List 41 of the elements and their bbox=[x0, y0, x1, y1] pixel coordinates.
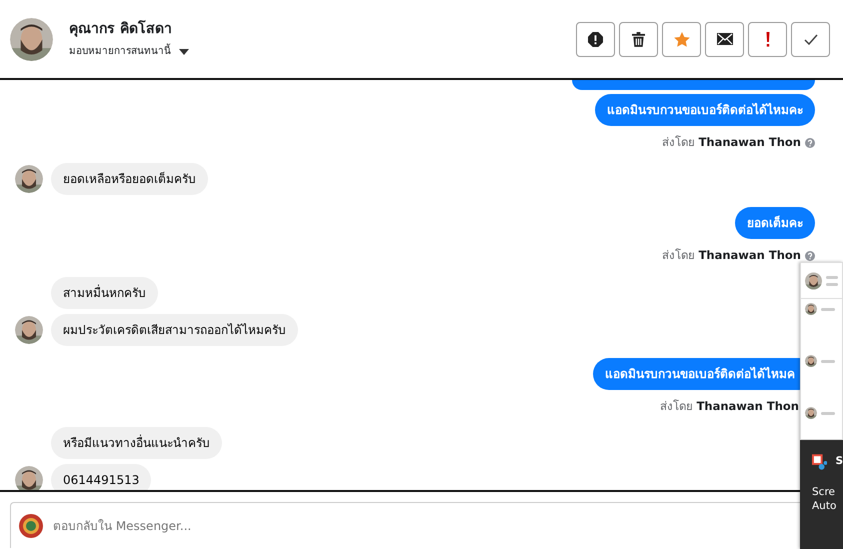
reply-field[interactable]: ตอบกลับใน Messenger... bbox=[51, 516, 451, 536]
avatar bbox=[805, 407, 817, 419]
avatar bbox=[15, 466, 43, 490]
help-icon[interactable] bbox=[805, 250, 815, 261]
avatar bbox=[15, 316, 43, 344]
avatar bbox=[805, 355, 817, 367]
message-bubble: ผมประวัตเครดิตเสียสามารถออกได้ไหมครับ bbox=[51, 314, 298, 346]
mark-unread-button[interactable] bbox=[705, 22, 744, 56]
report-button[interactable] bbox=[576, 22, 615, 56]
sent-by-text: ส่งโดย Thanawan Thon bbox=[662, 134, 801, 151]
trash-icon bbox=[632, 32, 645, 46]
message-bubble: แอดมินรบกวนขอเบอร์ติดต่อได้ไหมคะ bbox=[595, 94, 815, 126]
page-logo-icon bbox=[19, 514, 43, 538]
assign-link[interactable]: มอบหมายการสนทนานี้ bbox=[69, 44, 171, 59]
spam-button[interactable] bbox=[748, 22, 787, 56]
contact-name: คุณากร คิดโสดา bbox=[69, 19, 173, 39]
message-bubble: ยอดเหลือหรือยอดเต็มครับ bbox=[51, 163, 208, 196]
star-icon bbox=[674, 32, 690, 46]
avatar bbox=[15, 165, 43, 194]
snipping-tool-icon bbox=[812, 454, 828, 470]
avatar bbox=[10, 18, 53, 60]
check-icon bbox=[804, 34, 818, 44]
toast-title: S bbox=[835, 454, 843, 470]
avatar bbox=[805, 303, 817, 315]
message-bubble: ยอดเต็มคะ bbox=[735, 207, 815, 240]
alert-icon bbox=[588, 32, 603, 46]
avatar bbox=[805, 270, 822, 290]
message-bubble: สามหมื่นหกครับ bbox=[51, 276, 158, 308]
message-bubble: หรือมีแนวทางอื่นแนะนำครับ bbox=[51, 426, 222, 459]
caret-icon[interactable] bbox=[179, 48, 189, 54]
message-bubble: 0614491513 bbox=[51, 464, 152, 490]
done-button[interactable] bbox=[791, 22, 830, 56]
star-button[interactable] bbox=[662, 22, 701, 56]
sent-by-text: ส่งโดย Thanawan Thon bbox=[662, 247, 801, 264]
help-icon[interactable] bbox=[805, 138, 815, 148]
sent-by-text: ส่งโดย Thanawan Thon bbox=[660, 398, 799, 414]
exclamation-icon bbox=[766, 32, 770, 46]
toast-text: Scre bbox=[812, 486, 836, 500]
toast-text: Auto bbox=[812, 500, 838, 514]
delete-button[interactable] bbox=[619, 22, 658, 56]
envelope-icon bbox=[716, 33, 732, 45]
